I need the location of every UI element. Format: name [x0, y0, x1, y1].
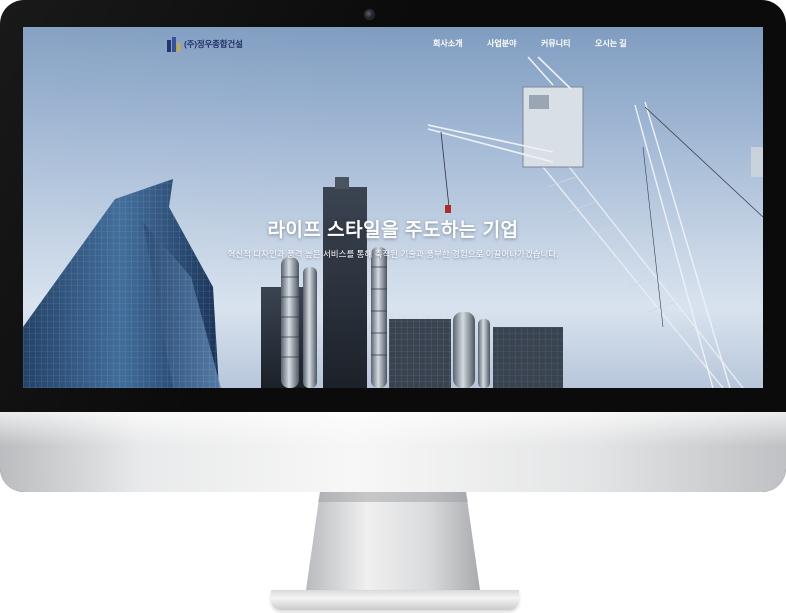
nav-item-company[interactable]: 회사소개	[433, 38, 462, 49]
hero-background-image	[23, 56, 763, 388]
hero-subtitle: 혁신적 디자인과 품격 높은 서비스를 통해 축적된 기술과 풍부한 경험으로 …	[227, 249, 559, 259]
screen: (주)정우종합건설 회사소개 사업분야 커뮤니티 오시는 길 라이프 스타일을 …	[23, 27, 763, 388]
building-logo-icon	[167, 37, 180, 52]
monitor-base	[271, 590, 519, 610]
site-header: (주)정우종합건설 회사소개 사업분야 커뮤니티 오시는 길	[23, 27, 763, 61]
site-logo[interactable]: (주)정우종합건설	[166, 36, 243, 52]
monitor-frame: (주)정우종합건설 회사소개 사업분야 커뮤니티 오시는 길 라이프 스타일을 …	[0, 0, 786, 492]
nav-item-business[interactable]: 사업분야	[487, 38, 516, 49]
hero-title: 라이프 스타일을 주도하는 기업	[267, 220, 519, 241]
monitor-stand	[306, 492, 480, 590]
monitor-chin	[0, 412, 786, 492]
webcam-icon	[364, 9, 375, 20]
nav-item-community[interactable]: 커뮤니티	[541, 38, 570, 49]
logo-text: (주)정우종합건설	[184, 39, 243, 49]
nav-item-directions[interactable]: 오시는 길	[595, 38, 627, 49]
